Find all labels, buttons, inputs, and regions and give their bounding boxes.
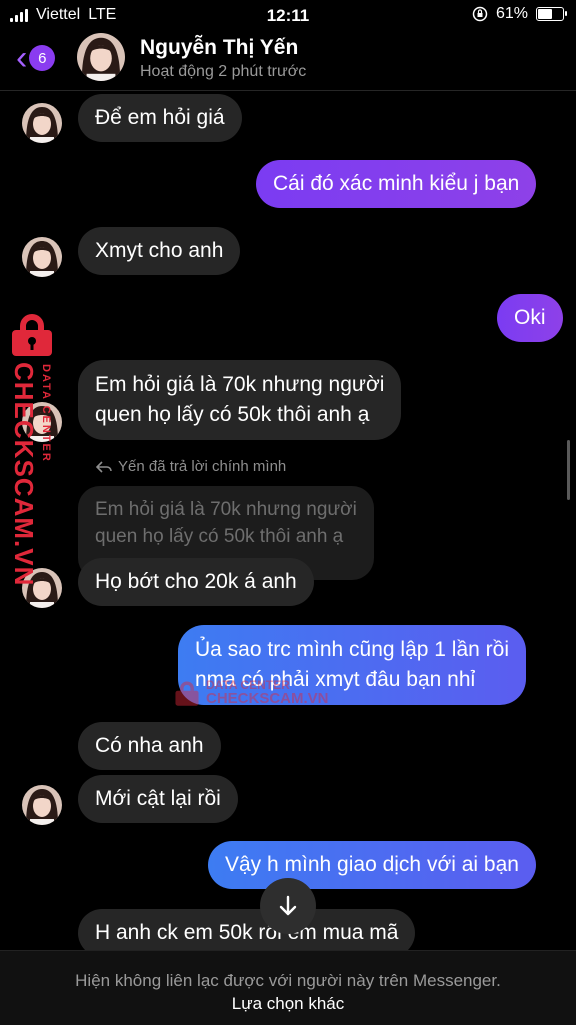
avatar[interactable]: [77, 33, 125, 81]
rotation-lock-icon: [472, 6, 488, 22]
watermark: DATA CENTER CHECKSCAM.VN: [172, 678, 329, 708]
message-bubble-incoming[interactable]: Có nha anh: [78, 722, 221, 770]
other-options-link[interactable]: Lựa chọn khác: [0, 994, 576, 1014]
avatar[interactable]: [22, 785, 62, 825]
message-bubble-incoming[interactable]: Để em hỏi giá: [78, 94, 242, 142]
watermark-sub: DATA CENTER: [40, 364, 52, 463]
unread-badge: 6: [29, 45, 56, 71]
message-bubble-incoming[interactable]: Mới cật lại rồi: [78, 775, 238, 823]
message-bubble-incoming[interactable]: Em hỏi giá là 70k nhưng người quen họ lấ…: [78, 360, 402, 440]
reply-indicator: Yến đã trả lời chính mình: [96, 458, 286, 475]
lock-logo-icon: [12, 314, 52, 356]
reply-note-text: Yến đã trả lời chính mình: [118, 458, 287, 475]
contact-name[interactable]: Nguyễn Thị Yến: [140, 36, 298, 60]
active-status: Hoạt động 2 phút trước: [140, 63, 307, 80]
watermark: CHECKSCAM.VN DATA CENTER: [4, 312, 62, 586]
message-line: Ủa sao trc mình cũng lập 1 lần rồi: [195, 638, 509, 661]
message-bubble-outgoing[interactable]: Vậy h mình giao dịch với ai bạn: [208, 841, 536, 889]
back-button[interactable]: ‹ 6: [16, 39, 56, 77]
arrow-down-icon: [279, 895, 297, 916]
reply-arrow-icon: [96, 460, 112, 473]
battery-icon: [536, 7, 567, 21]
message-bubble-outgoing[interactable]: Cái đó xác minh kiểu j bạn: [256, 160, 537, 208]
unavailable-message: Hiện không liên lạc được với người này t…: [75, 971, 501, 990]
message-line: Em hỏi giá là 70k nhưng người: [95, 373, 385, 396]
status-bar: Viettel LTE 12:11 61%: [0, 0, 576, 30]
message-bubble-outgoing[interactable]: Oki: [497, 294, 563, 342]
quoted-line: Em hỏi giá là 70k nhưng người: [95, 499, 357, 520]
composer-unavailable-bar: Hiện không liên lạc được với người này t…: [0, 950, 576, 1025]
watermark-brand: CHECKSCAM.VN: [206, 690, 329, 707]
scrollbar[interactable]: [567, 440, 570, 500]
lock-logo-icon: [175, 681, 199, 706]
conversation-header: ‹ 6 Nguyễn Thị Yến Hoạt động 2 phút trướ…: [0, 30, 576, 91]
battery-percent: 61%: [495, 5, 528, 22]
message-line: quen họ lấy có 50k thôi anh ạ: [95, 403, 370, 426]
scroll-to-bottom-button[interactable]: [260, 878, 316, 934]
chevron-left-icon: ‹: [16, 39, 28, 77]
avatar[interactable]: [22, 103, 62, 143]
avatar[interactable]: [22, 237, 62, 277]
quoted-line: quen họ lấy có 50k thôi anh ạ: [95, 526, 344, 547]
message-bubble-incoming[interactable]: Họ bớt cho 20k á anh: [78, 558, 314, 606]
watermark-brand: CHECKSCAM.VN: [9, 362, 39, 587]
message-bubble-incoming[interactable]: Xmyt cho anh: [78, 227, 241, 275]
